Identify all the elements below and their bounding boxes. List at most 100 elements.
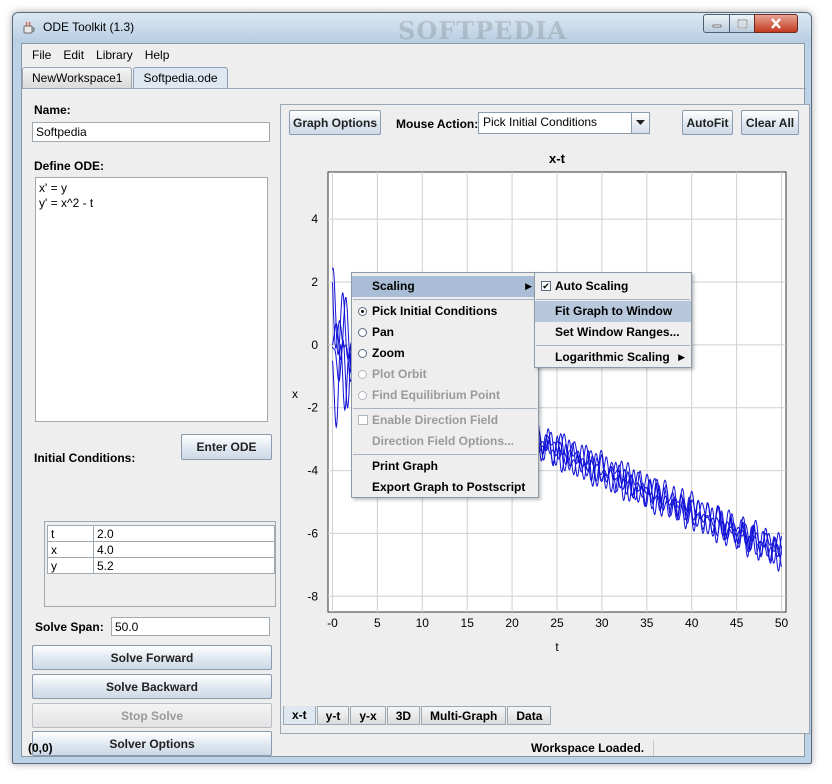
x-tick-label: -0 <box>327 616 338 630</box>
menu-file[interactable]: File <box>26 44 57 66</box>
tab-multi-graph[interactable]: Multi-Graph <box>421 706 507 725</box>
menu-scaling[interactable]: Scaling ▶ <box>352 276 538 297</box>
menu-pick-initial-conditions[interactable]: Pick Initial Conditions <box>352 301 538 322</box>
close-icon <box>771 18 781 29</box>
tab-newworkspace1[interactable]: NewWorkspace1 <box>22 67 133 88</box>
solve-span-field[interactable]: 50.0 <box>111 617 270 636</box>
x-axis-label: t <box>555 640 559 654</box>
chevron-down-icon <box>636 120 645 125</box>
menu-find-equilibrium-point[interactable]: Find Equilibrium Point <box>352 385 538 406</box>
submenu-arrow-icon: ▶ <box>678 352 685 362</box>
graph-options-button[interactable]: Graph Options <box>289 110 381 135</box>
menu-separator <box>353 454 537 455</box>
initial-conditions-table[interactable]: t 2.0 x 4.0 y 5.2 <box>47 525 275 574</box>
menu-enable-direction-field[interactable]: Enable Direction Field <box>352 410 538 431</box>
close-button[interactable] <box>754 14 798 33</box>
minimize-icon <box>712 24 721 27</box>
window-title: ODE Toolkit (1.3) <box>43 20 135 34</box>
graph-context-menu: Scaling ▶ Pick Initial Conditions Pan Zo… <box>351 272 539 498</box>
menu-item-label: Logarithmic Scaling <box>555 350 670 364</box>
stop-solve-button[interactable]: Stop Solve <box>32 703 272 728</box>
menu-auto-scaling[interactable]: ✔ Auto Scaling <box>535 276 691 297</box>
menu-pan[interactable]: Pan <box>352 322 538 343</box>
ic-value[interactable]: 5.2 <box>93 557 275 574</box>
x-tick-label: 30 <box>595 616 609 630</box>
y-tick-label: -4 <box>307 464 318 478</box>
menu-plot-orbit[interactable]: Plot Orbit <box>352 364 538 385</box>
y-tick-label: 2 <box>311 275 318 289</box>
radio-icon <box>358 328 367 337</box>
ode-editor[interactable]: x' = y y' = x^2 - t <box>35 177 268 422</box>
menu-item-label: Enable Direction Field <box>372 413 499 427</box>
radio-icon <box>358 391 367 400</box>
java-cup-icon <box>23 21 35 34</box>
menu-item-label: Find Equilibrium Point <box>372 388 500 402</box>
dropdown-arrow[interactable] <box>631 113 649 133</box>
minimize-button[interactable] <box>703 14 730 33</box>
x-tick-label: 35 <box>640 616 654 630</box>
tab-softpedia-ode[interactable]: Softpedia.ode <box>133 67 228 88</box>
menu-fit-graph-to-window[interactable]: Fit Graph to Window <box>535 301 691 322</box>
ode-line: x' = y <box>39 181 67 195</box>
define-ode-label: Define ODE: <box>34 159 105 173</box>
menu-set-window-ranges[interactable]: Set Window Ranges... <box>535 322 691 343</box>
ic-var: t <box>47 525 94 542</box>
menu-help[interactable]: Help <box>139 44 176 66</box>
tab-y-t[interactable]: y-t <box>316 706 350 725</box>
radio-selected-icon <box>358 307 367 316</box>
checkbox-checked-icon: ✔ <box>541 281 551 291</box>
enter-ode-button[interactable]: Enter ODE <box>181 434 272 460</box>
clear-all-button[interactable]: Clear All <box>741 110 799 135</box>
menu-item-label: Fit Graph to Window <box>555 304 673 318</box>
menu-separator <box>536 299 690 300</box>
chart-title: x-t <box>549 151 566 166</box>
y-tick-label: -6 <box>307 526 318 540</box>
solve-forward-button[interactable]: Solve Forward <box>32 645 272 670</box>
mouse-action-value: Pick Initial Conditions <box>483 115 598 129</box>
menu-separator <box>536 345 690 346</box>
solve-backward-button[interactable]: Solve Backward <box>32 674 272 699</box>
menu-library[interactable]: Library <box>90 44 139 66</box>
table-row[interactable]: x 4.0 <box>47 541 275 558</box>
maximize-button[interactable] <box>729 14 755 33</box>
menu-direction-field-options[interactable]: Direction Field Options... <box>352 431 538 452</box>
radio-icon <box>358 370 367 379</box>
y-axis-label: x <box>292 387 298 401</box>
x-tick-label: 50 <box>775 616 789 630</box>
title-bar[interactable]: ODE Toolkit (1.3) SOFTPEDIA <box>13 13 811 45</box>
tab-x-t[interactable]: x-t <box>283 706 316 725</box>
y-tick-label: -2 <box>307 401 318 415</box>
name-field[interactable]: Softpedia <box>32 122 270 142</box>
menu-separator <box>353 299 537 300</box>
menu-print-graph[interactable]: Print Graph <box>352 456 538 477</box>
table-row[interactable]: t 2.0 <box>47 525 275 542</box>
autofit-button[interactable]: AutoFit <box>682 110 733 135</box>
x-tick-label: 5 <box>374 616 381 630</box>
x-tick-label: 20 <box>505 616 519 630</box>
name-label: Name: <box>34 103 71 117</box>
x-tick-label: 25 <box>550 616 564 630</box>
tab-y-x[interactable]: y-x <box>350 706 386 725</box>
table-row[interactable]: y 5.2 <box>47 557 275 574</box>
watermark-logo: SOFTPEDIA <box>398 16 568 45</box>
tab-3d[interactable]: 3D <box>386 706 421 725</box>
menu-logarithmic-scaling[interactable]: Logarithmic Scaling ▶ <box>535 347 691 368</box>
workspace-tabs: NewWorkspace1 Softpedia.ode <box>22 67 229 89</box>
ic-value[interactable]: 4.0 <box>93 541 275 558</box>
mouse-action-select[interactable]: Pick Initial Conditions <box>478 112 650 134</box>
menu-item-label: Pan <box>372 325 395 339</box>
menu-item-label: Direction Field Options... <box>372 434 515 448</box>
ic-var: x <box>47 541 94 558</box>
x-tick-label: 10 <box>416 616 430 630</box>
menu-zoom[interactable]: Zoom <box>352 343 538 364</box>
ic-value[interactable]: 2.0 <box>93 525 275 542</box>
app-window: ODE Toolkit (1.3) SOFTPEDIA File Edit Li… <box>12 12 812 764</box>
menu-item-label: Zoom <box>372 346 405 360</box>
tab-data[interactable]: Data <box>507 706 552 725</box>
checkbox-icon <box>358 415 368 425</box>
menu-item-label: Set Window Ranges... <box>555 325 680 339</box>
menu-export-graph-postscript[interactable]: Export Graph to Postscript <box>352 477 538 498</box>
y-tick-label: 0 <box>311 338 318 352</box>
menu-edit[interactable]: Edit <box>57 44 90 66</box>
menu-item-label: Plot Orbit <box>372 367 427 381</box>
